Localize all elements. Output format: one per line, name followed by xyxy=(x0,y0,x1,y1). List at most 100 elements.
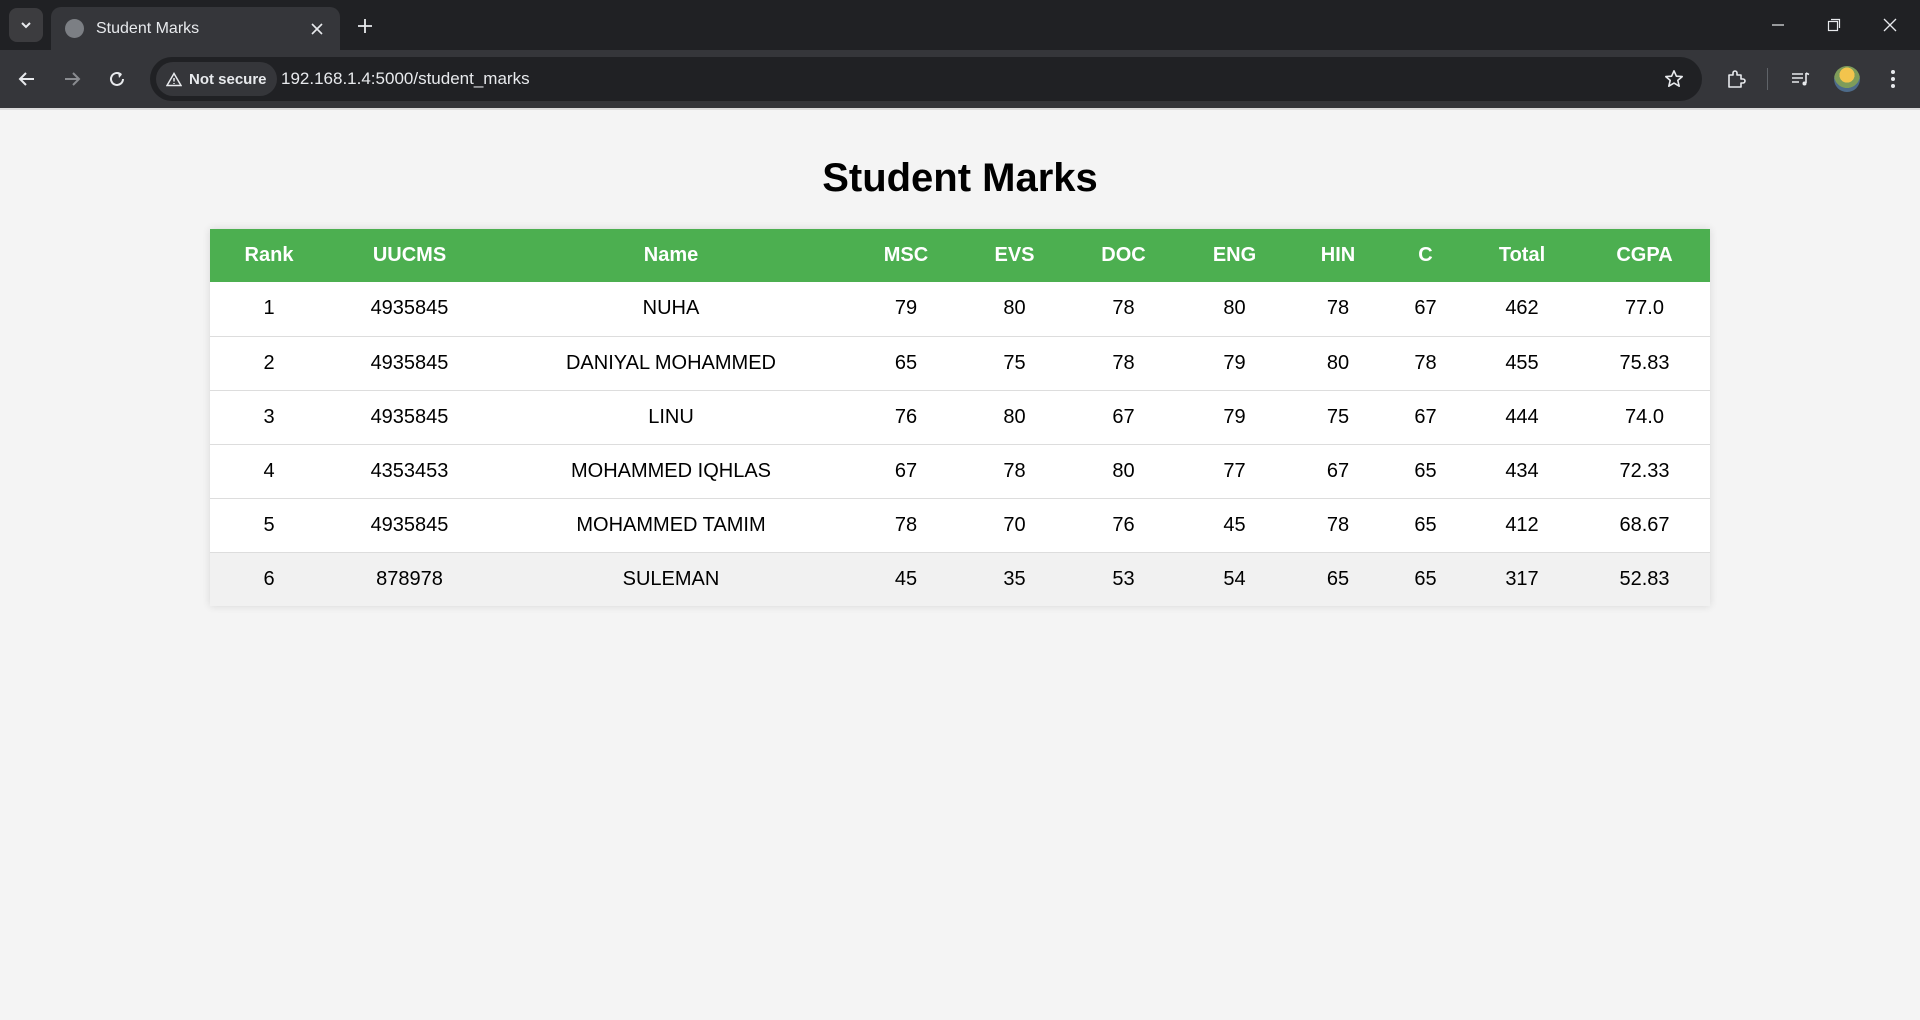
cell-uucms: 4935845 xyxy=(328,390,491,445)
warning-icon xyxy=(166,71,182,86)
media-controls-button[interactable] xyxy=(1784,62,1818,96)
url-text[interactable]: 192.168.1.4:5000/student_marks xyxy=(281,69,530,89)
table-body: 1 4935845 NUHA 79 80 78 80 78 67 462 77.0 2 4935845 D… xyxy=(210,282,1710,606)
cell-name: NUHA xyxy=(491,282,851,337)
header-msc[interactable]: MSC xyxy=(851,229,961,282)
cell-total: 455 xyxy=(1465,336,1579,391)
new-tab-button[interactable] xyxy=(350,11,380,41)
cell-evs: 75 xyxy=(961,336,1068,391)
cell-doc: 80 xyxy=(1068,444,1179,499)
cell-cgpa: 75.83 xyxy=(1579,336,1710,391)
cell-name: LINU xyxy=(491,390,851,445)
cell-cgpa: 52.83 xyxy=(1579,552,1710,606)
table-row[interactable]: 6 878978 SULEMAN 45 35 53 54 65 65 317 52.83 xyxy=(210,552,1710,606)
address-bar[interactable]: Not secure 192.168.1.4:5000/student_mark… xyxy=(150,57,1702,101)
cell-c: 65 xyxy=(1386,444,1465,499)
header-rank[interactable]: Rank xyxy=(210,229,328,282)
cell-uucms: 4935845 xyxy=(328,498,491,553)
extensions-button[interactable] xyxy=(1719,62,1753,96)
close-icon xyxy=(1883,18,1897,32)
menu-icon xyxy=(1891,70,1895,88)
cell-rank: 5 xyxy=(210,498,328,553)
minimize-button[interactable] xyxy=(1750,0,1806,50)
globe-icon xyxy=(65,19,84,38)
cell-eng: 79 xyxy=(1179,336,1290,391)
forward-button[interactable] xyxy=(55,62,89,96)
extensions-icon xyxy=(1728,70,1746,88)
star-icon xyxy=(1665,70,1683,87)
header-evs[interactable]: EVS xyxy=(961,229,1068,282)
header-hin[interactable]: HIN xyxy=(1290,229,1386,282)
back-button[interactable] xyxy=(10,62,44,96)
cell-total: 444 xyxy=(1465,390,1579,445)
cell-cgpa: 77.0 xyxy=(1579,282,1710,337)
minimize-icon xyxy=(1772,24,1784,26)
cell-msc: 78 xyxy=(851,498,961,553)
table-row[interactable]: 2 4935845 DANIYAL MOHAMMED 65 75 78 79 80 78 455 7… xyxy=(210,336,1710,391)
cell-hin: 78 xyxy=(1290,498,1386,553)
active-tab[interactable]: Student Marks xyxy=(51,7,340,50)
cell-hin: 67 xyxy=(1290,444,1386,499)
cell-evs: 70 xyxy=(961,498,1068,553)
header-c[interactable]: C xyxy=(1386,229,1465,282)
cell-total: 317 xyxy=(1465,552,1579,606)
close-icon xyxy=(311,22,323,35)
cell-hin: 78 xyxy=(1290,282,1386,337)
cell-uucms: 4935845 xyxy=(328,336,491,391)
security-label: Not secure xyxy=(189,70,267,88)
avatar[interactable] xyxy=(1834,66,1860,92)
cell-rank: 3 xyxy=(210,390,328,445)
site-info-button[interactable]: Not secure xyxy=(156,62,277,96)
cell-evs: 80 xyxy=(961,390,1068,445)
cell-name: DANIYAL MOHAMMED xyxy=(491,336,851,391)
table-row[interactable]: 4 4353453 MOHAMMED IQHLAS 67 78 80 77 67 65 434 72… xyxy=(210,444,1710,499)
browser-toolbar: Not secure 192.168.1.4:5000/student_mark… xyxy=(0,50,1920,108)
cell-doc: 67 xyxy=(1068,390,1179,445)
header-doc[interactable]: DOC xyxy=(1068,229,1179,282)
cell-rank: 4 xyxy=(210,444,328,499)
cell-msc: 65 xyxy=(851,336,961,391)
table-row[interactable]: 5 4935845 MOHAMMED TAMIM 78 70 76 45 78 65 412 68.… xyxy=(210,498,1710,553)
cell-name: MOHAMMED TAMIM xyxy=(491,498,851,553)
tab-close-button[interactable] xyxy=(306,18,328,40)
browser-menu-button[interactable] xyxy=(1876,62,1910,96)
bookmark-button[interactable] xyxy=(1660,65,1688,93)
cell-rank: 2 xyxy=(210,336,328,391)
header-total[interactable]: Total xyxy=(1465,229,1579,282)
table-header-row: Rank UUCMS Name MSC EVS DOC ENG HIN C To… xyxy=(210,229,1710,282)
cell-doc: 76 xyxy=(1068,498,1179,553)
cell-eng: 45 xyxy=(1179,498,1290,553)
tab-search-button[interactable] xyxy=(9,8,43,42)
header-name[interactable]: Name xyxy=(491,229,851,282)
close-window-button[interactable] xyxy=(1862,0,1918,50)
back-icon xyxy=(18,72,34,86)
table-row[interactable]: 1 4935845 NUHA 79 80 78 80 78 67 462 77.0 xyxy=(210,282,1710,337)
plus-icon xyxy=(358,19,372,33)
cell-uucms: 878978 xyxy=(328,552,491,606)
cell-c: 67 xyxy=(1386,282,1465,337)
cell-msc: 45 xyxy=(851,552,961,606)
cell-eng: 79 xyxy=(1179,390,1290,445)
student-marks-table: Rank UUCMS Name MSC EVS DOC ENG HIN C To… xyxy=(210,229,1710,606)
tab-title: Student Marks xyxy=(96,19,200,37)
cell-name: SULEMAN xyxy=(491,552,851,606)
cell-evs: 35 xyxy=(961,552,1068,606)
table-row[interactable]: 3 4935845 LINU 76 80 67 79 75 67 444 74.0 xyxy=(210,390,1710,445)
reload-button[interactable] xyxy=(100,62,134,96)
cell-uucms: 4935845 xyxy=(328,282,491,337)
restore-button[interactable] xyxy=(1806,0,1862,50)
cell-evs: 78 xyxy=(961,444,1068,499)
cell-msc: 76 xyxy=(851,390,961,445)
restore-icon xyxy=(1827,18,1841,32)
header-eng[interactable]: ENG xyxy=(1179,229,1290,282)
header-uucms[interactable]: UUCMS xyxy=(328,229,491,282)
page-title: Student Marks xyxy=(822,156,1098,200)
cell-eng: 80 xyxy=(1179,282,1290,337)
cell-rank: 1 xyxy=(210,282,328,337)
toolbar-divider xyxy=(1767,68,1768,90)
content-edge xyxy=(0,108,1920,110)
header-cgpa[interactable]: CGPA xyxy=(1579,229,1710,282)
cell-c: 65 xyxy=(1386,498,1465,553)
cell-doc: 53 xyxy=(1068,552,1179,606)
cell-c: 78 xyxy=(1386,336,1465,391)
